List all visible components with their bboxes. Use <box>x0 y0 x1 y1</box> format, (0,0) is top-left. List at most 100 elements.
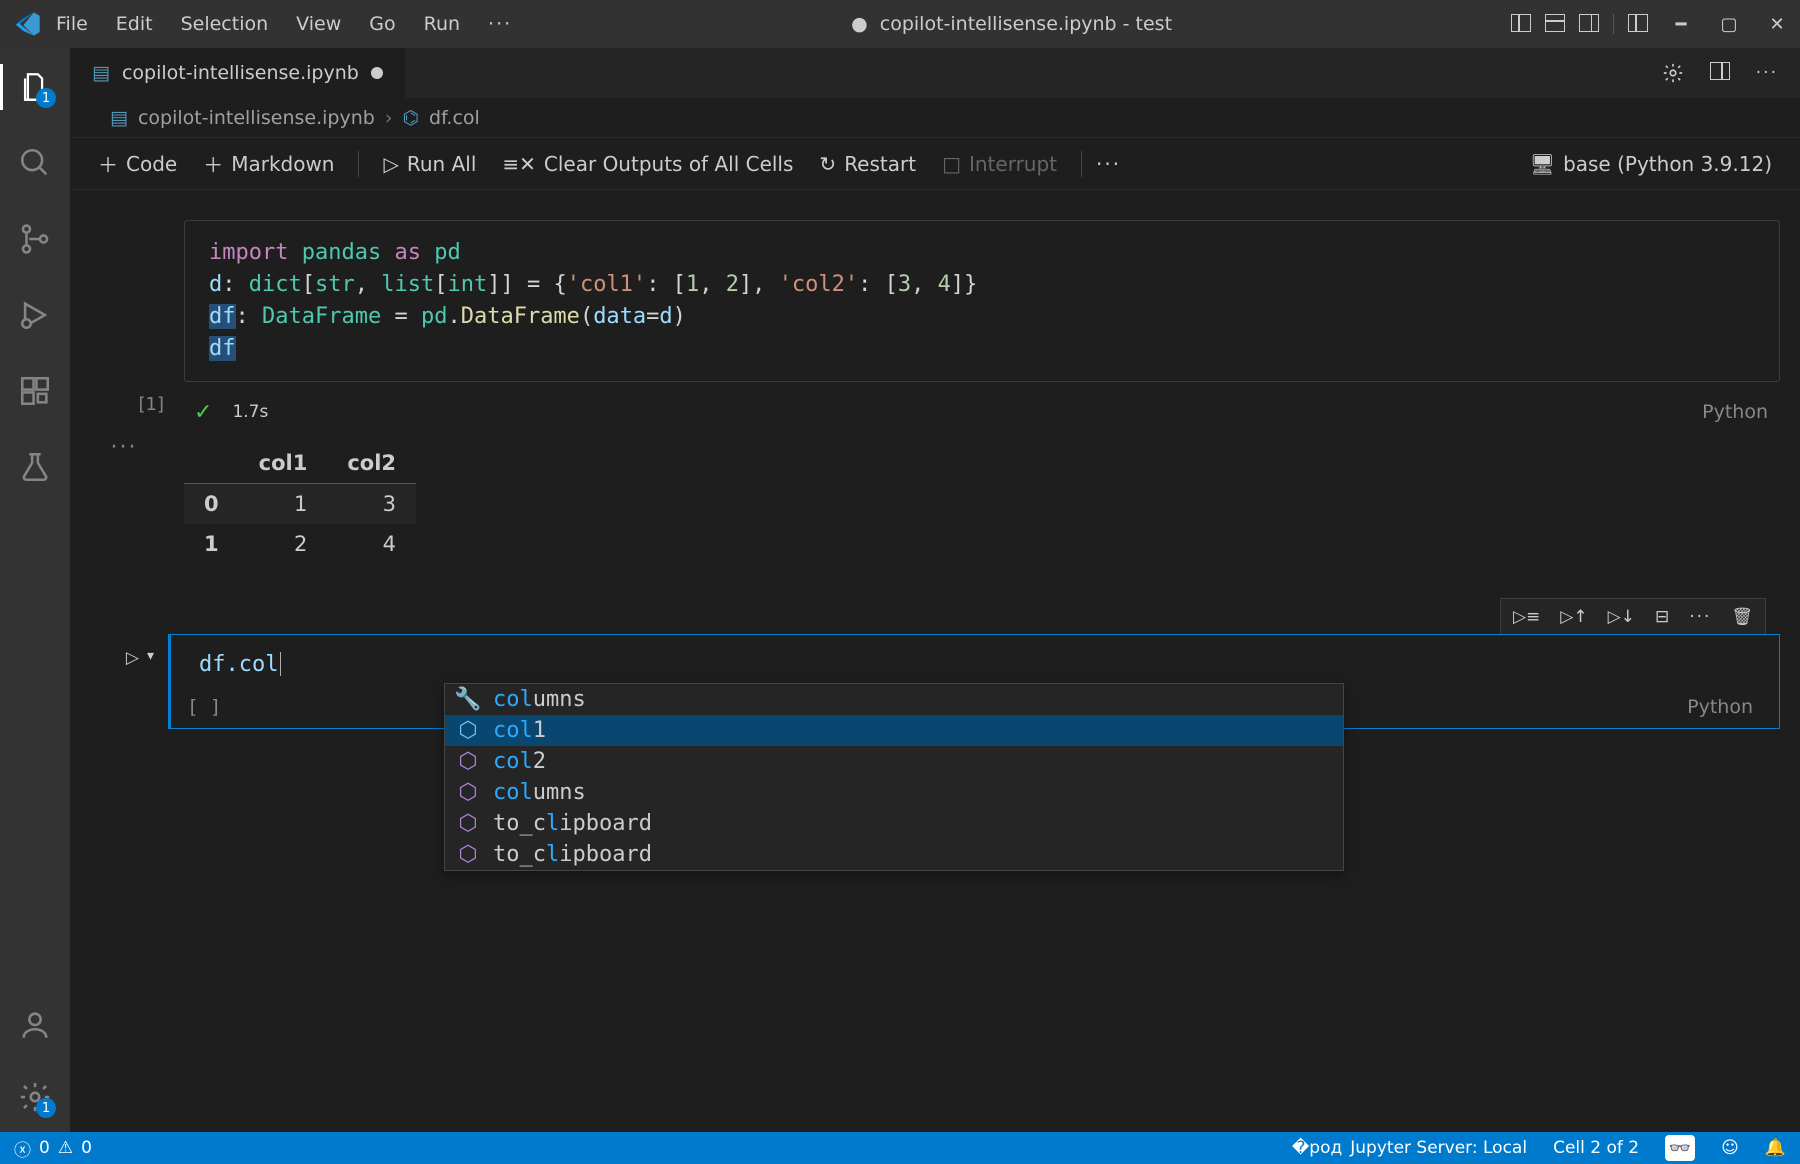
run-cell-icon[interactable]: ▷ <box>126 648 139 668</box>
intellisense-suggest-widget[interactable]: 🔧 columns ⬡ col1 ⬡ col2 ⬡ columns ⬡ to_c… <box>444 683 1344 871</box>
run-debug-icon[interactable] <box>18 298 52 332</box>
output-collapse-icon[interactable]: ··· <box>111 435 138 460</box>
suggestion-item[interactable]: 🔧 columns <box>445 684 1343 715</box>
tab-bar: ▤ copilot-intellisense.ipynb ··· <box>70 48 1800 98</box>
plus-icon: ＋ <box>203 149 223 178</box>
cell-run-gutter: ▷ ▾ <box>84 634 154 730</box>
menu-go[interactable]: Go <box>369 13 395 35</box>
cell-language-label[interactable]: Python <box>1702 401 1780 423</box>
maximize-button[interactable]: ▢ <box>1716 14 1742 35</box>
warning-count: 0 <box>81 1138 92 1158</box>
split-cell-icon[interactable]: ⊟ <box>1651 603 1673 631</box>
notebook-settings-gear-icon[interactable] <box>1662 62 1684 84</box>
cell-1-editor[interactable]: import pandas as pd d: dict[str, list[in… <box>184 220 1780 382</box>
suggestion-label: columns <box>493 687 586 712</box>
add-markdown-cell-button[interactable]: ＋ Markdown <box>193 145 344 182</box>
kernel-picker-button[interactable]: 🖥 base (Python 3.9.12) <box>1520 148 1782 180</box>
success-check-icon: ✓ <box>194 400 212 425</box>
activity-bar: 1 1 <box>0 48 70 1132</box>
manage-gear-icon[interactable]: 1 <box>18 1080 52 1114</box>
explorer-icon[interactable]: 1 <box>18 70 52 104</box>
breadcrumb-symbol[interactable]: df.col <box>429 107 480 129</box>
breadcrumb-file[interactable]: copilot-intellisense.ipynb <box>138 107 375 129</box>
add-code-label: Code <box>126 152 177 176</box>
menu-view[interactable]: View <box>296 13 341 35</box>
cube-icon: ⬡ <box>457 780 479 805</box>
manage-badge: 1 <box>36 1098 56 1118</box>
menu-selection[interactable]: Selection <box>181 13 269 35</box>
cell-position-label: Cell 2 of 2 <box>1553 1138 1639 1158</box>
run-by-line-icon[interactable]: ▷≡ <box>1509 603 1544 631</box>
interrupt-label: Interrupt <box>969 152 1057 176</box>
jupyter-server-label: Jupyter Server: Local <box>1350 1138 1527 1158</box>
toggle-secondary-sidebar-icon[interactable] <box>1579 14 1599 32</box>
menu-file[interactable]: File <box>56 13 88 35</box>
restart-button[interactable]: ↻ Restart <box>809 148 926 180</box>
toggle-primary-sidebar-icon[interactable] <box>1511 14 1531 32</box>
cell-2-container: df.col [ ] Python 🔧 columns ⬡ col1 ⬡ col… <box>168 634 1780 730</box>
exec-count: [1] <box>139 394 165 415</box>
search-icon[interactable] <box>18 146 52 180</box>
notifications-bell-icon[interactable]: 🔔 <box>1765 1138 1786 1158</box>
cell-toolbar: ▷≡ ▷↑ ▷↓ ⊟ ··· 🗑 <box>1500 598 1766 636</box>
split-editor-icon[interactable] <box>1710 62 1730 85</box>
run-all-button[interactable]: ▷ Run All <box>373 148 486 180</box>
feedback-icon[interactable]: ☺ <box>1721 1138 1739 1158</box>
code-cell-2: ▷≡ ▷↑ ▷↓ ⊟ ··· 🗑 ▷ ▾ df.col [ ] <box>84 634 1780 730</box>
tab-copilot-intellisense[interactable]: ▤ copilot-intellisense.ipynb <box>70 48 406 98</box>
accounts-icon[interactable] <box>18 1008 52 1042</box>
clear-outputs-button[interactable]: ≡✕ Clear Outputs of All Cells <box>492 148 803 180</box>
delete-cell-icon[interactable]: 🗑 <box>1727 603 1757 631</box>
minimize-button[interactable]: ━ <box>1668 14 1694 35</box>
suggestion-item[interactable]: ⬡ columns <box>445 777 1343 808</box>
cube-icon: ⬡ <box>457 811 479 836</box>
vscode-logo-icon <box>14 10 42 38</box>
toolbar-overflow-icon[interactable]: ··· <box>1096 152 1121 176</box>
clear-label: Clear Outputs of All Cells <box>544 152 794 176</box>
server-icon: 🖥 <box>1530 152 1555 176</box>
suggestion-item[interactable]: ⬡ col2 <box>445 746 1343 777</box>
notebook-body[interactable]: import pandas as pd d: dict[str, list[in… <box>70 190 1800 1132</box>
menu-overflow[interactable]: ··· <box>488 13 512 35</box>
notebook-toolbar: ＋ Code ＋ Markdown ▷ Run All ≡✕ Clear Out… <box>70 138 1800 190</box>
tab-label: copilot-intellisense.ipynb <box>122 62 359 84</box>
source-control-icon[interactable] <box>18 222 52 256</box>
close-button[interactable]: ✕ <box>1764 14 1790 35</box>
menu-run[interactable]: Run <box>424 13 460 35</box>
restart-label: Restart <box>844 152 916 176</box>
testing-icon[interactable] <box>18 450 52 484</box>
separator <box>1081 151 1082 177</box>
jupyter-server-status[interactable]: �род Jupyter Server: Local <box>1292 1138 1527 1158</box>
layout-controls <box>1511 14 1648 34</box>
suggestion-label: to_clipboard <box>493 842 652 867</box>
chevron-down-icon[interactable]: ▾ <box>147 648 154 664</box>
menu-edit[interactable]: Edit <box>116 13 153 35</box>
run-all-icon: ▷ <box>383 152 398 176</box>
extensions-icon[interactable] <box>18 374 52 408</box>
problems-status[interactable]: ⓧ0 ⚠0 <box>14 1136 92 1161</box>
interrupt-button[interactable]: □ Interrupt <box>932 148 1067 180</box>
cell-1-output-table: col1col2013124 <box>184 443 416 564</box>
copilot-status-icon[interactable]: 👓 <box>1665 1135 1695 1161</box>
tab-dirty-icon <box>371 67 383 79</box>
window-title: ● copilot-intellisense.ipynb - test <box>512 13 1511 35</box>
suggestion-item[interactable]: ⬡ col1 <box>445 715 1343 746</box>
cell-more-icon[interactable]: ··· <box>1685 603 1715 631</box>
tab-overflow-icon[interactable]: ··· <box>1756 63 1778 83</box>
suggestion-label: col2 <box>493 749 546 774</box>
customize-layout-icon[interactable] <box>1628 14 1648 32</box>
cell-language-label[interactable]: Python <box>1687 696 1765 718</box>
exec-count: [ ] <box>187 696 221 718</box>
kernel-label: base (Python 3.9.12) <box>1563 152 1772 176</box>
cell-gutter <box>84 220 164 382</box>
execute-below-icon[interactable]: ▷↓ <box>1604 603 1639 631</box>
explorer-badge: 1 <box>36 88 56 108</box>
toggle-panel-icon[interactable] <box>1545 14 1565 32</box>
add-code-cell-button[interactable]: ＋ Code <box>88 145 187 182</box>
breadcrumb[interactable]: ▤ copilot-intellisense.ipynb › ⌬ df.col <box>70 98 1800 138</box>
execute-above-icon[interactable]: ▷↑ <box>1556 603 1591 631</box>
suggestion-item[interactable]: ⬡ to_clipboard <box>445 839 1343 870</box>
suggestion-item[interactable]: ⬡ to_clipboard <box>445 808 1343 839</box>
error-count: 0 <box>39 1138 50 1158</box>
cell-position-status[interactable]: Cell 2 of 2 <box>1553 1138 1639 1158</box>
